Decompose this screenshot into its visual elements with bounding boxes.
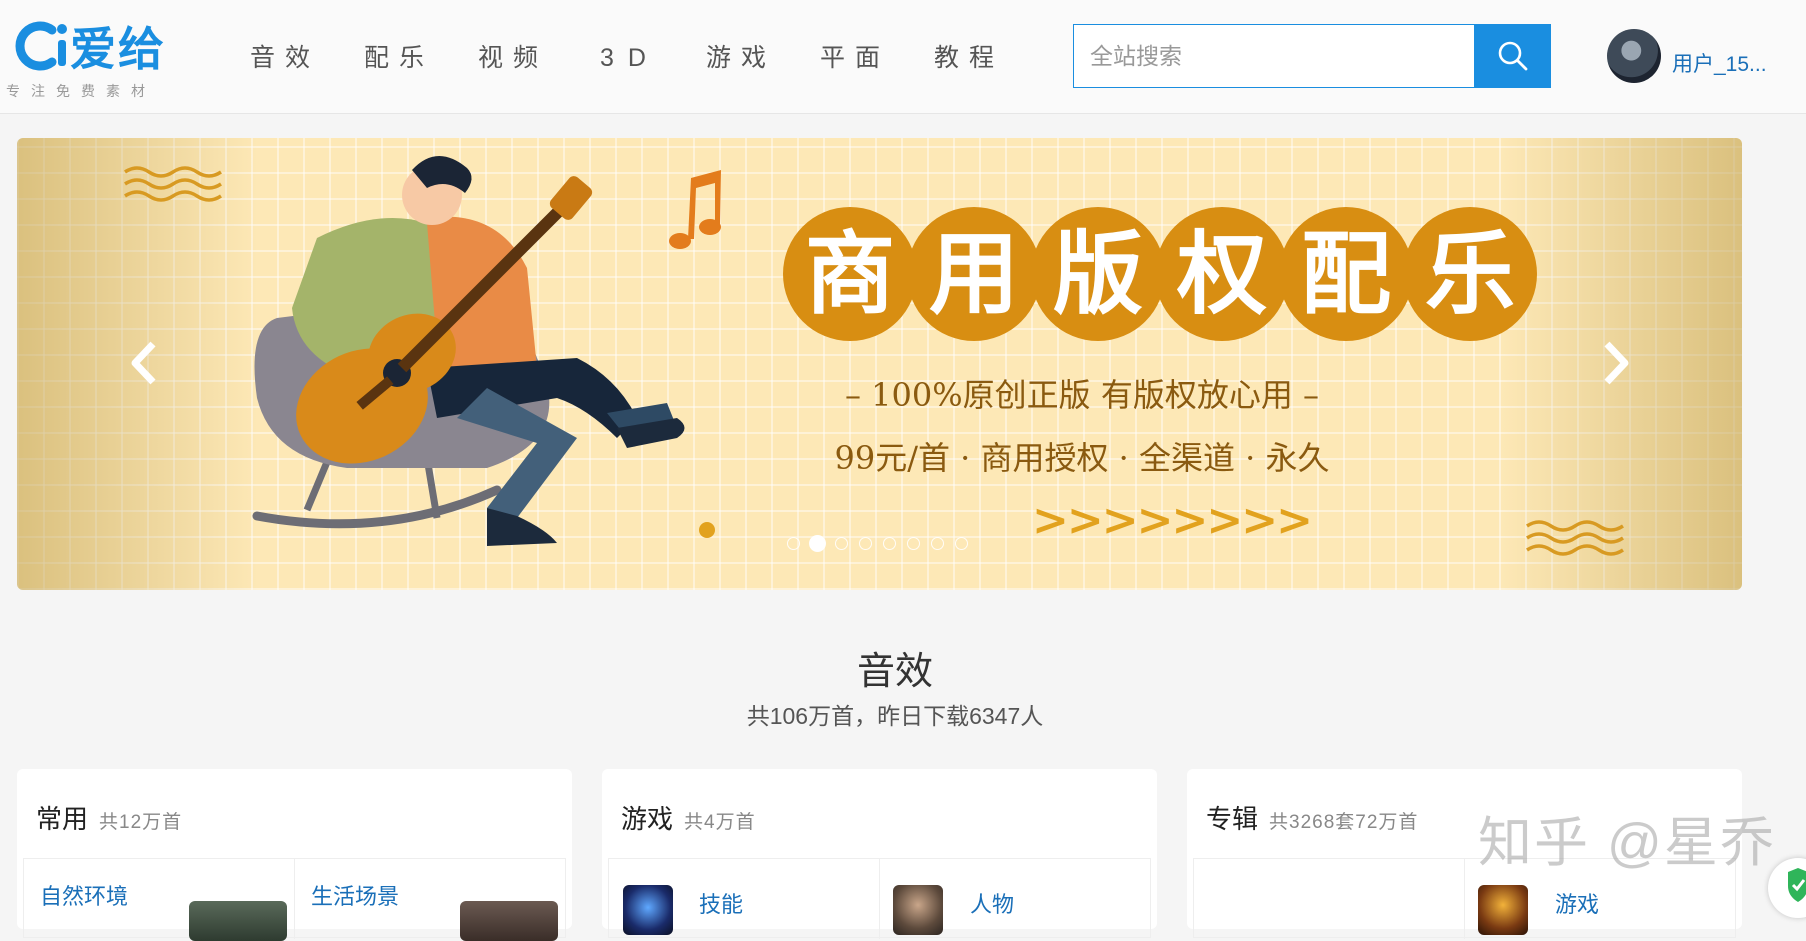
prev-slide-button[interactable] xyxy=(125,338,165,388)
site-logo[interactable]: 爱给 专注免费素材 xyxy=(6,18,174,103)
chevron-left-icon xyxy=(131,341,156,385)
card-title[interactable]: 游戏 xyxy=(621,799,673,836)
slide-dot[interactable] xyxy=(907,537,920,550)
slide-dot[interactable] xyxy=(859,537,872,550)
search-icon xyxy=(1498,41,1528,71)
character-thumbnail[interactable] xyxy=(893,885,943,935)
category-link[interactable]: 技能 xyxy=(699,887,743,919)
shield-check-icon xyxy=(1788,868,1806,902)
nav-item-graphic[interactable]: 平面 xyxy=(820,38,890,78)
card-count: 共12万首 xyxy=(99,812,183,833)
logo-text: 爱给 xyxy=(70,23,166,75)
slide-dot[interactable] xyxy=(787,537,800,550)
music-note-decoration xyxy=(669,170,721,249)
banner-title-char: 乐 xyxy=(1403,207,1537,341)
banner-subtitle: – 100%原创正版 有版权放心用 – xyxy=(844,376,1319,414)
wave-decoration-right xyxy=(1526,520,1624,556)
category-thumbnail[interactable] xyxy=(460,901,558,941)
nav-item-sound-effects[interactable]: 音效 xyxy=(250,38,320,78)
site-header: 爱给 专注免费素材 音效 配乐 视频 3D 游戏 平面 教程 用户_15... xyxy=(0,0,1806,114)
card-count: 共3268套72万首 xyxy=(1269,812,1419,833)
card-grid: 技能 人物 xyxy=(608,858,1151,939)
section-subtitle: 共106万首，昨日下载6347人 xyxy=(746,703,1044,729)
banner-title-char: 版 xyxy=(1031,207,1165,341)
category-card-games: 游戏 共4万首 技能 人物 xyxy=(602,769,1157,939)
category-link[interactable]: 自然环境 xyxy=(40,879,128,911)
banner-title-char: 用 xyxy=(907,207,1041,341)
category-link[interactable]: 人物 xyxy=(970,887,1014,919)
slide-dot-active[interactable] xyxy=(809,535,826,552)
nav-item-tutorial[interactable]: 教程 xyxy=(934,38,1004,78)
logo-slogan: 专注免费素材 xyxy=(6,83,156,99)
nav-item-games[interactable]: 游戏 xyxy=(706,38,776,78)
nav-item-music[interactable]: 配乐 xyxy=(364,38,434,78)
grid-divider xyxy=(294,859,295,939)
category-card-common: 常用 共12万首 自然环境 生活场景 xyxy=(17,769,572,941)
card-grid: 自然环境 生活场景 xyxy=(23,858,566,941)
skill-thumbnail[interactable] xyxy=(623,885,673,935)
search-box xyxy=(1073,24,1475,88)
slide-dot[interactable] xyxy=(883,537,896,550)
banner-arrows: >>>>>>>> xyxy=(1032,495,1313,546)
category-thumbnail[interactable] xyxy=(189,901,287,941)
banner-title-char: 权 xyxy=(1155,207,1289,341)
banner-detail: 99元/首 · 商用授权 · 全渠道 · 永久 xyxy=(834,439,1330,477)
card-title[interactable]: 专辑 xyxy=(1206,799,1258,836)
category-link[interactable]: 游戏 xyxy=(1555,887,1599,919)
wave-decoration-left xyxy=(124,166,222,202)
chevron-right-icon xyxy=(1604,341,1629,385)
grid-divider xyxy=(1464,859,1465,939)
slide-dot[interactable] xyxy=(955,537,968,550)
slide-dot[interactable] xyxy=(931,537,944,550)
section-title: 音效 xyxy=(856,651,933,693)
card-title[interactable]: 常用 xyxy=(36,799,88,836)
card-count: 共4万首 xyxy=(684,812,756,833)
logo-ci-icon xyxy=(15,21,67,71)
slide-dot[interactable] xyxy=(835,537,848,550)
nav-item-3d[interactable]: 3D xyxy=(600,38,660,78)
promo-banner[interactable]: 商 用 版 权 配 乐 – 100%原创正版 有版权放心用 – 99元/首 · … xyxy=(17,138,1742,590)
album-thumbnail[interactable] xyxy=(1478,885,1528,935)
banner-title-char: 商 xyxy=(783,207,917,341)
category-link[interactable]: 生活场景 xyxy=(311,879,399,911)
user-avatar[interactable] xyxy=(1607,29,1661,83)
guitarist-illustration xyxy=(124,155,1624,556)
search-input[interactable] xyxy=(1074,25,1470,87)
user-name[interactable]: 用户_15... xyxy=(1672,48,1767,78)
search-button[interactable] xyxy=(1475,24,1551,88)
grid-divider xyxy=(879,859,880,939)
banner-title-char: 配 xyxy=(1279,207,1413,341)
next-slide-button[interactable] xyxy=(1595,338,1635,388)
watermark: 知乎 @星乔 xyxy=(1478,813,1776,873)
security-badge[interactable] xyxy=(1768,858,1806,918)
nav-item-video[interactable]: 视频 xyxy=(478,38,548,78)
